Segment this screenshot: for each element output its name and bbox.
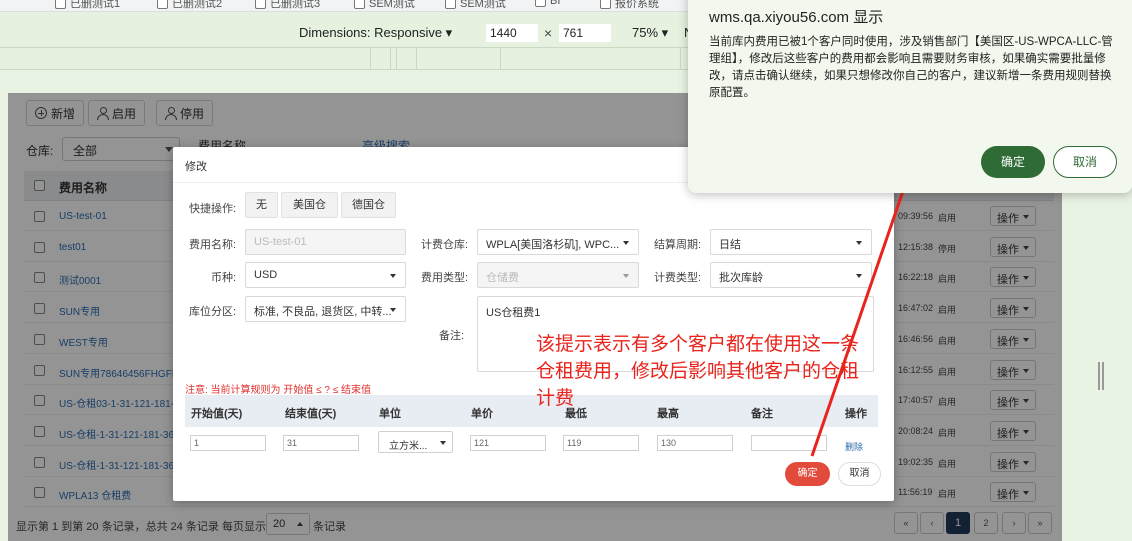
folder-icon xyxy=(535,0,546,7)
delete-link[interactable]: 删除 xyxy=(845,440,863,453)
dialog-title: wms.qa.xiyou56.com 显示 xyxy=(709,9,884,26)
fee-name-field: US-test-01 xyxy=(245,229,406,255)
col-start: 开始值(天) xyxy=(191,408,243,420)
bookmark-label: 已删测试2 xyxy=(172,0,223,10)
resize-handle[interactable] xyxy=(1098,362,1104,390)
bookmark-item[interactable]: 报价系统 xyxy=(600,0,659,11)
currency-select[interactable]: USD xyxy=(245,262,406,288)
fee-type-value: 仓储费 xyxy=(486,272,519,284)
bookmark-label: 报价系统 xyxy=(615,0,659,10)
rule-notice: 注意: 当前计算规则为 开始值 ≤ ? ≤ 结束值 xyxy=(185,385,371,396)
price-input[interactable]: 121 xyxy=(470,435,546,451)
max-input[interactable]: 130 xyxy=(657,435,733,451)
folder-icon xyxy=(600,0,611,9)
dimensions-dropdown[interactable]: Dimensions: Responsive ▾ xyxy=(299,25,452,41)
warehouse-label: 计费仓库: xyxy=(421,239,469,251)
zone-value: 标准, 不良品, 退货区, 中转... xyxy=(254,306,392,318)
min-input[interactable]: 119 xyxy=(563,435,639,451)
quick-action-label: 快捷操作: xyxy=(189,203,237,215)
bookmark-item[interactable]: SEM测试 xyxy=(354,0,415,11)
folder-icon xyxy=(157,0,168,9)
dialog-message: 当前库内费用已被1个客户同时使用，涉及销售部门【美国区-US-WPCA-LLC-… xyxy=(709,36,1113,99)
col-unit: 单位 xyxy=(379,408,401,420)
calc-type-value: 批次库龄 xyxy=(719,272,763,284)
modal-cancel-button[interactable]: 取消 xyxy=(838,462,881,486)
bookmark-item[interactable]: SEM测试 xyxy=(445,0,506,11)
bookmark-label: SEM测试 xyxy=(369,0,415,10)
times-icon: × xyxy=(544,25,553,41)
cycle-select[interactable]: 日结 xyxy=(710,229,872,255)
confirm-dialog: wms.qa.xiyou56.com 显示 当前库内费用已被1个客户同时使用，涉… xyxy=(688,0,1132,193)
edit-fee-modal: 修改 快捷操作: 无 美国仓 德国仓 费用名称: US-test-01 计费仓库… xyxy=(173,147,894,501)
unit-select[interactable]: 立方米... xyxy=(378,431,453,453)
col-end: 结束值(天) xyxy=(285,408,337,420)
currency-label: 币种: xyxy=(211,272,237,284)
col-price: 单价 xyxy=(471,408,493,420)
annotation-text: 该提示表示有多个客户都在使用这一条仓租费用，修改后影响其他客户的仓租计费 xyxy=(536,333,860,409)
folder-icon xyxy=(55,0,66,9)
modal-title: 修改 xyxy=(185,161,207,173)
height-input[interactable] xyxy=(559,24,611,42)
bookmark-label: 已删测试3 xyxy=(270,0,321,10)
viewport-gutter xyxy=(0,70,8,541)
folder-icon xyxy=(354,0,365,9)
zone-label: 库位分区: xyxy=(189,306,237,318)
zone-select[interactable]: 标准, 不良品, 退货区, 中转... xyxy=(245,296,406,322)
remark-input[interactable] xyxy=(751,435,827,451)
folder-icon xyxy=(255,0,266,9)
quick-none-button[interactable]: 无 xyxy=(245,192,278,218)
end-input[interactable]: 31 xyxy=(283,435,359,451)
quick-de-button[interactable]: 德国仓 xyxy=(341,192,396,218)
zoom-dropdown[interactable]: 75% ▾ xyxy=(632,25,668,41)
cycle-value: 日结 xyxy=(719,239,741,251)
remark-label: 备注: xyxy=(439,330,465,342)
warehouse-select[interactable]: WPLA[美国洛杉矶], WPC... xyxy=(477,229,639,255)
dialog-ok-button[interactable]: 确定 xyxy=(981,146,1045,178)
fee-name-label: 费用名称: xyxy=(189,239,237,251)
width-input[interactable] xyxy=(486,24,538,42)
bookmark-label: 已删测试1 xyxy=(70,0,121,10)
calc-type-select[interactable]: 批次库龄 xyxy=(710,262,872,288)
folder-icon xyxy=(445,0,456,9)
fee-type-label: 费用类型: xyxy=(421,272,469,284)
start-input[interactable]: 1 xyxy=(190,435,266,451)
unit-value: 立方米... xyxy=(389,441,428,452)
bookmark-item[interactable]: BI xyxy=(535,0,560,7)
cycle-label: 结算周期: xyxy=(654,239,702,251)
bookmark-item[interactable]: 已删测试3 xyxy=(255,0,320,11)
bookmark-item[interactable]: 已删测试2 xyxy=(157,0,222,11)
modal-ok-button[interactable]: 确定 xyxy=(785,462,830,486)
warehouse-value: WPLA[美国洛杉矶], WPC... xyxy=(486,239,620,251)
bookmark-label: BI xyxy=(550,0,561,7)
bookmark-label: SEM测试 xyxy=(460,0,506,10)
fee-type-select: 仓储费 xyxy=(477,262,639,288)
bookmark-item[interactable]: 已删测试1 xyxy=(55,0,120,11)
currency-value: USD xyxy=(254,269,278,281)
dialog-cancel-button[interactable]: 取消 xyxy=(1053,146,1117,178)
quick-us-button[interactable]: 美国仓 xyxy=(281,192,338,218)
calc-type-label: 计费类型: xyxy=(654,272,702,284)
